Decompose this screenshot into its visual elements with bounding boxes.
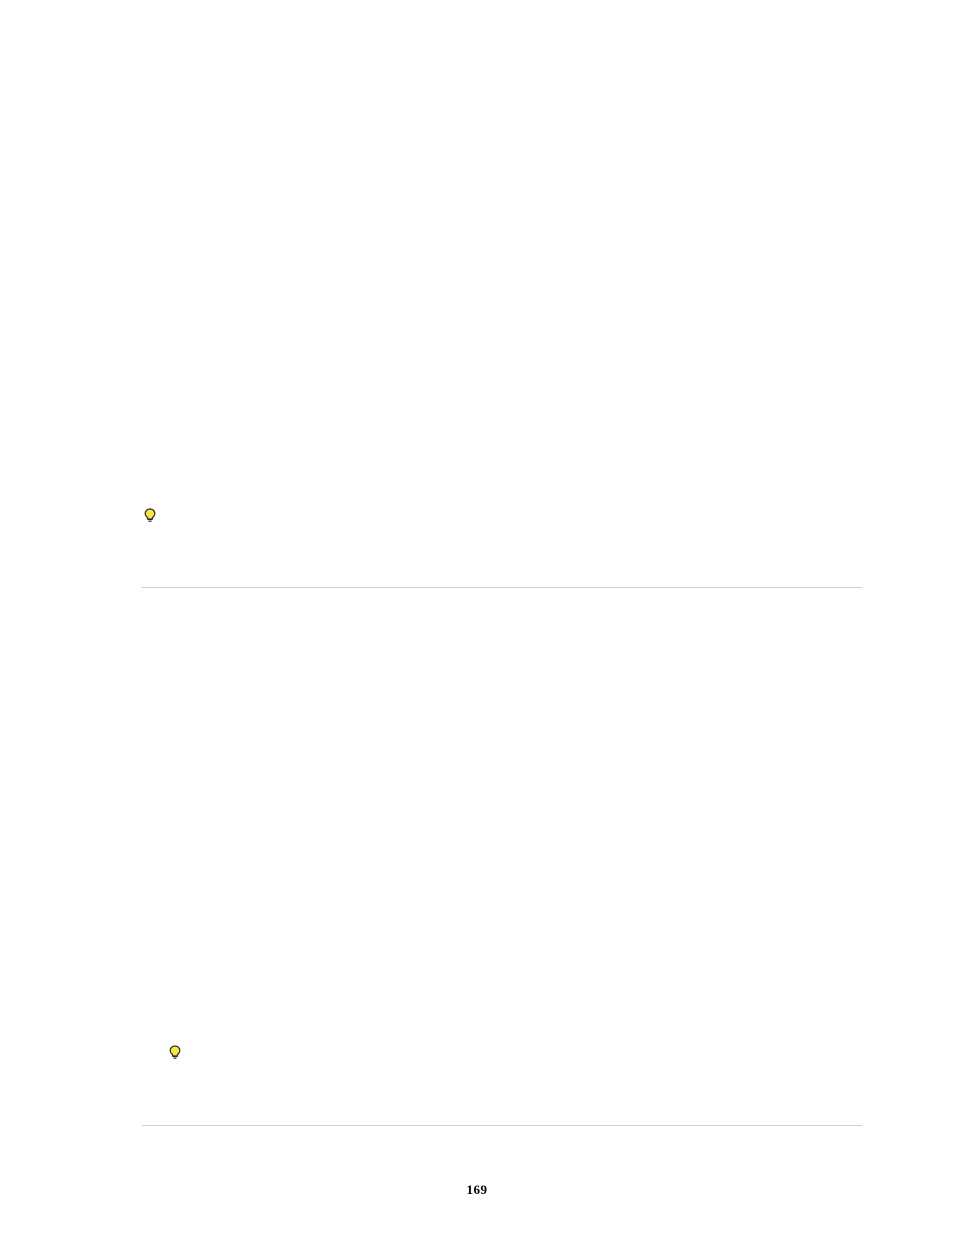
lightbulb-icon bbox=[169, 1045, 181, 1060]
lightbulb-icon bbox=[144, 508, 156, 523]
page-number: 169 bbox=[0, 1182, 954, 1198]
page-container bbox=[71, 0, 908, 1235]
divider bbox=[142, 587, 862, 588]
divider bbox=[142, 1125, 862, 1126]
